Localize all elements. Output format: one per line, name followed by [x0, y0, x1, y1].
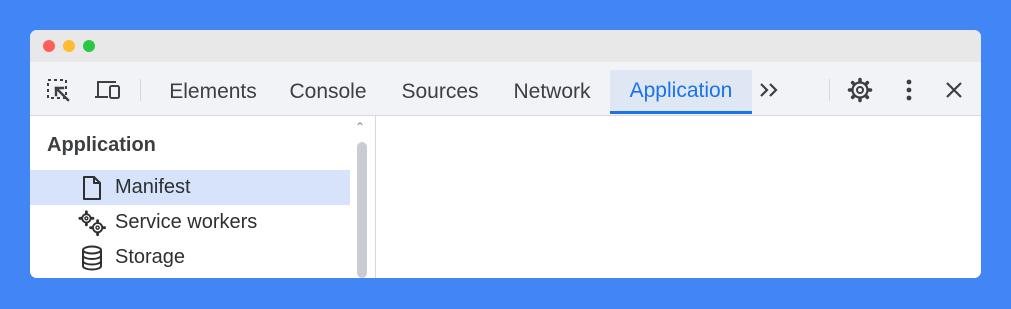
maximize-window-button[interactable] — [83, 40, 95, 52]
sidebar-item-label: Manifest — [115, 176, 191, 198]
sidebar-item-manifest[interactable]: Manifest — [30, 170, 350, 205]
inspect-element-icon[interactable] — [45, 78, 73, 102]
file-icon — [78, 174, 106, 202]
toolbar-separator — [140, 79, 141, 101]
chevron-double-right-icon[interactable] — [755, 78, 783, 102]
database-icon — [78, 244, 106, 272]
devtools-toolbar: Elements Console Sources Network Applica… — [30, 62, 981, 116]
gears-icon — [78, 209, 106, 237]
sidebar-scrollbar[interactable] — [357, 142, 367, 278]
toolbar-separator-right — [829, 79, 830, 101]
devtools-content: Application Manifest Service workers Sto… — [30, 116, 981, 278]
sidebar-section-title: Application — [47, 134, 156, 156]
kebab-menu-icon[interactable] — [895, 78, 923, 102]
window-titlebar — [30, 30, 981, 62]
sidebar-item-label: Storage — [115, 246, 186, 268]
tab-sources[interactable]: Sources — [390, 70, 490, 114]
tab-console[interactable]: Console — [278, 70, 378, 114]
devtools-window: Elements Console Sources Network Applica… — [30, 30, 981, 278]
tab-elements[interactable]: Elements — [158, 70, 268, 114]
sidebar-item-service-workers[interactable]: Service workers — [30, 205, 350, 240]
sidebar-item-label: Service workers — [115, 211, 258, 233]
minimize-window-button[interactable] — [63, 40, 75, 52]
device-toolbar-icon[interactable] — [94, 78, 122, 102]
tab-application[interactable]: Application — [610, 70, 752, 114]
close-icon[interactable] — [940, 78, 968, 102]
scroll-up-arrow-icon[interactable]: ⌃ — [355, 120, 365, 134]
tab-network[interactable]: Network — [500, 70, 604, 114]
main-pane — [376, 116, 981, 278]
gear-icon[interactable] — [846, 77, 874, 103]
application-sidebar: Application Manifest Service workers Sto… — [30, 116, 375, 278]
sidebar-item-storage[interactable]: Storage — [30, 240, 350, 275]
close-window-button[interactable] — [43, 40, 55, 52]
